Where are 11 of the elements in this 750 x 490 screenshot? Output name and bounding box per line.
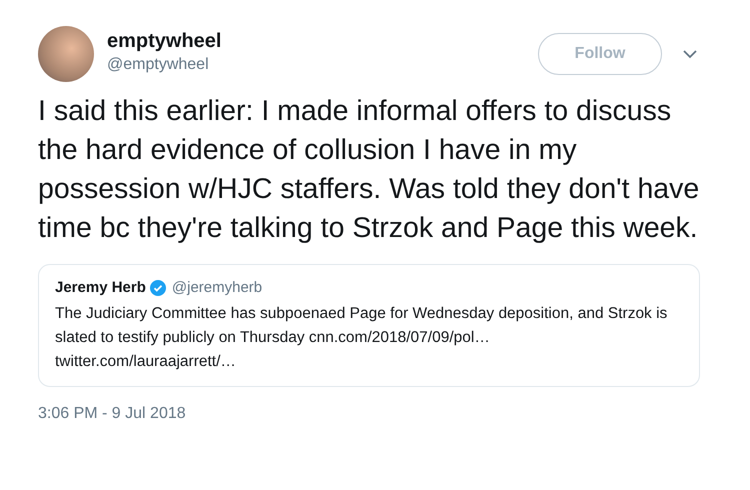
quoted-tweet-card[interactable]: Jeremy Herb @jeremyherb The Judiciary Committee has subpoenaed Page for Wednesday deposition, and Strzok is slated to testify publicly on Thursday cnn.com/2018/07/09/pol… twitter.com/lauraajarrett/… [38,264,700,387]
link[interactable]: cnn.com/2018/07/09/pol… [308,329,490,346]
chevron-down-icon[interactable] [683,50,697,58]
quoted-author-handle: @jeremyherb [172,279,262,296]
tweet-timestamp[interactable]: 3:06 PM - 9 Jul 2018 [38,405,186,423]
author-handle[interactable]: @emptywheel [107,56,222,74]
link[interactable]: twitter.com/lauraajarrett/… [55,353,236,370]
quoted-author-name: Jeremy Herb [55,279,146,296]
author-name[interactable]: emptywheel [107,30,222,53]
quoted-tweet-text: The Judiciary Committee has subpoenaed Page for Wednesday deposition, and Strzok is slated to testify publicly on Thursday cnn.com/2018/07/09/pol… twitter.com/lauraajarrett/… [55,304,668,372]
tweet-text: I said this earlier: I made informal offers to discuss the hard evidence of collusion I have in my possession w/HJC staffers. Was told they don't have time bc they're talking to Strzok and Page this week. [38,94,700,246]
